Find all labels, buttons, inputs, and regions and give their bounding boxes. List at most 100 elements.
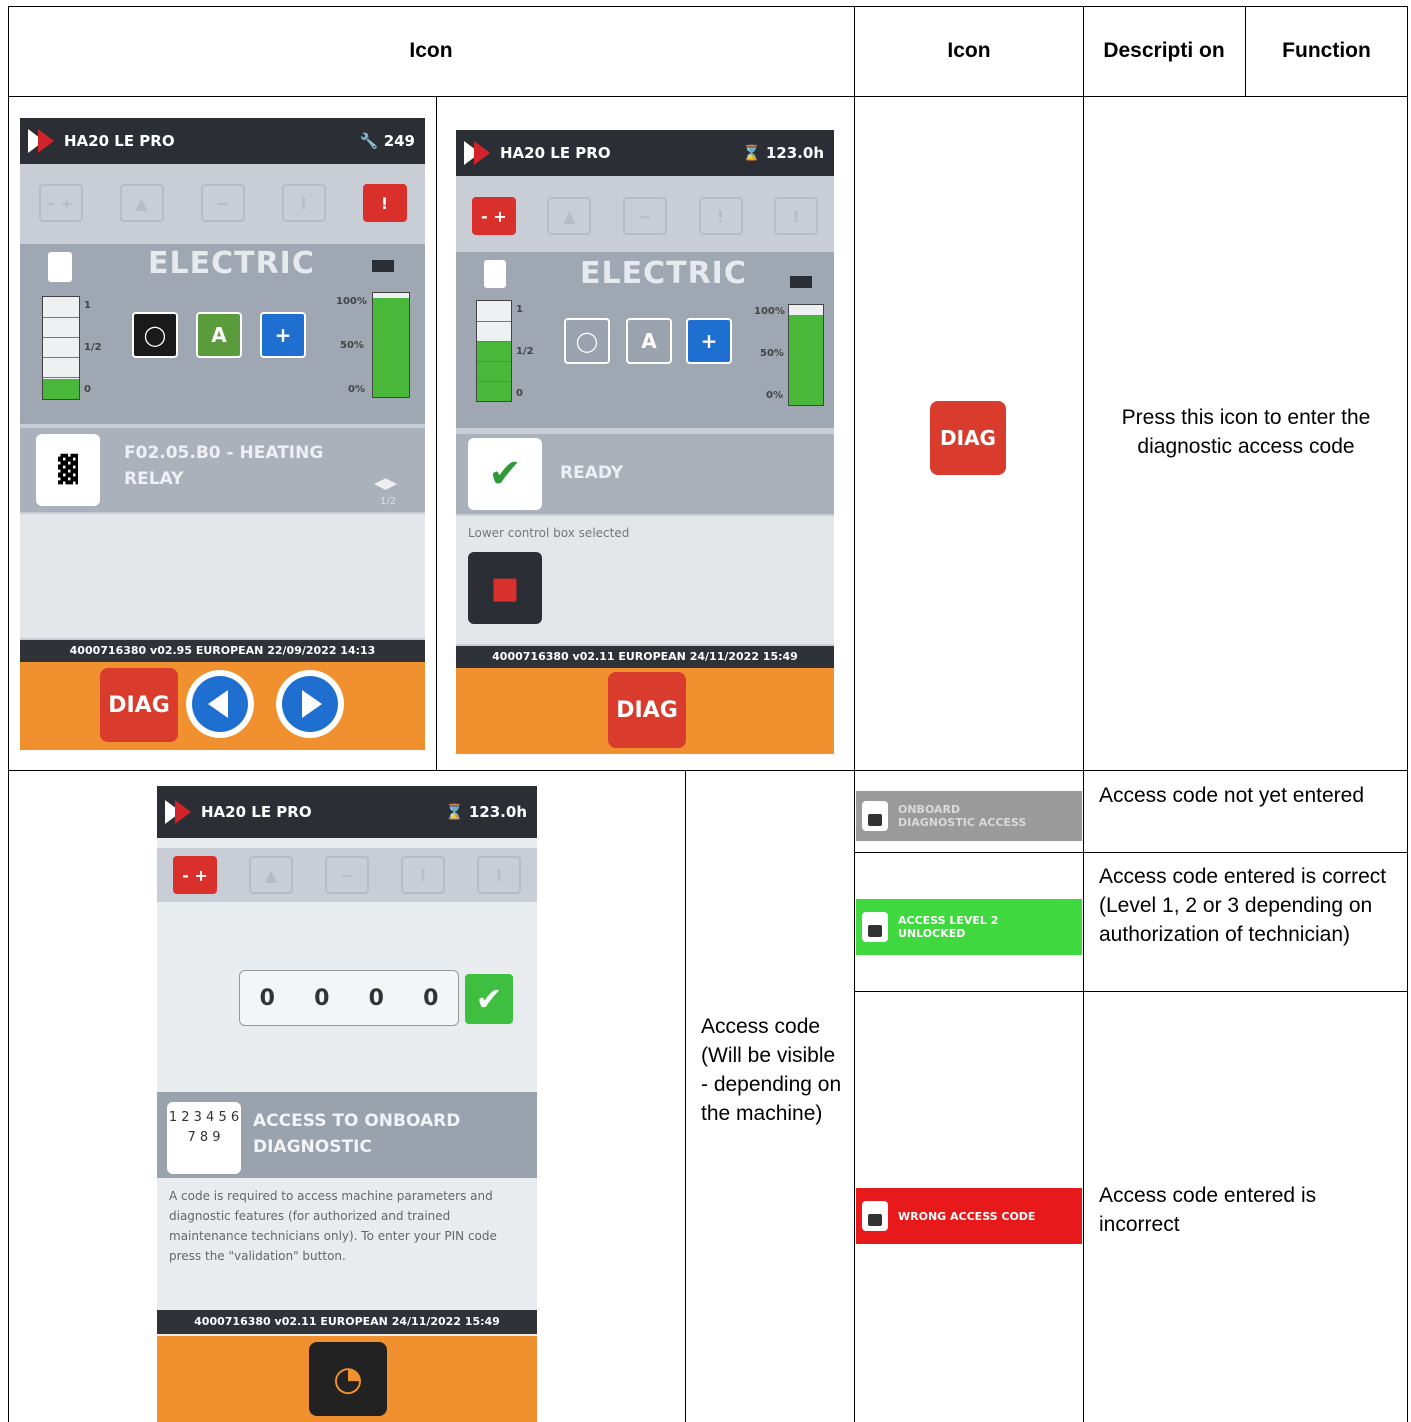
engine-icon: ◯ xyxy=(132,312,178,358)
hour-meter: ⌛ 123.0h xyxy=(444,803,527,821)
state-divider-2 xyxy=(855,991,1408,992)
access-title: ACCESS TO ONBOARD DIAGNOSTIC xyxy=(253,1111,461,1157)
battery-label-0: 0% xyxy=(766,390,783,401)
fuel-label-empty: 0 xyxy=(516,388,523,399)
page-arrows-icon[interactable]: ◀▶ xyxy=(374,474,397,492)
col-divider-1 xyxy=(854,6,855,1422)
row2-inner-divider xyxy=(685,770,686,1422)
warning-icons: - + ▲ ~ ! ! xyxy=(157,848,537,902)
alert-icon: ! xyxy=(698,197,743,235)
info-area xyxy=(20,514,425,638)
model-name: HA20 LE PRO xyxy=(500,144,611,162)
state-divider-1 xyxy=(855,852,1408,853)
code-digit-2[interactable]: 0 xyxy=(314,986,329,1011)
oil-pressure-icon: ~ xyxy=(622,197,667,235)
state-correct-text: Access code entered is correct (Level 1,… xyxy=(1099,865,1387,946)
speedometer-icon: ◔ xyxy=(333,1359,363,1399)
screen-header: HA20 LE PRO 🔧 249 xyxy=(20,118,425,164)
warning-icons: - + ▲ ~ ! ! xyxy=(456,192,834,240)
state-not-entered-text: Access code not yet entered xyxy=(1099,784,1364,807)
lock-icon xyxy=(862,801,888,831)
header-divider xyxy=(8,96,1408,97)
auto-mode-icon: A xyxy=(196,312,242,358)
battery-label-50: 50% xyxy=(760,348,784,359)
hydraulic-temp-icon: ▲ xyxy=(249,856,293,894)
fuel-pump-icon xyxy=(484,260,506,288)
mode-label: ELECTRIC xyxy=(148,246,315,281)
status-text: READY xyxy=(560,463,624,483)
alert-icon: ! xyxy=(401,856,445,894)
next-button[interactable] xyxy=(276,670,344,738)
diag-button[interactable]: DIAG xyxy=(608,672,686,748)
battery-label-50: 50% xyxy=(340,340,364,351)
battery-icon xyxy=(372,260,394,272)
header-icon-left: Icon xyxy=(409,39,453,62)
battery-label-100: 100% xyxy=(754,306,785,317)
screen-fault: HA20 LE PRO 🔧 249 - + ▲ ~ ! ! ELECTRIC 1… xyxy=(20,118,425,750)
diag-icon: DIAG xyxy=(930,401,1006,475)
fuel-label-half: 1/2 xyxy=(516,346,534,357)
engine-icon: ◯ xyxy=(564,318,610,364)
fuel-label-full: 1 xyxy=(84,300,91,311)
lock-icon xyxy=(862,1201,888,1231)
code-digit-1[interactable]: 0 xyxy=(260,986,275,1011)
hydraulic-temp-icon: ▲ xyxy=(547,197,592,235)
row1-inner-divider xyxy=(436,96,437,770)
badge-unlocked: ACCESS LEVEL 2 UNLOCKED xyxy=(856,899,1082,955)
fuel-label-half: 1/2 xyxy=(84,342,102,353)
screen-header: HA20 LE PRO ⌛ 123.0h xyxy=(157,786,537,838)
code-digit-4[interactable]: 0 xyxy=(423,986,438,1011)
oil-pressure-icon: ~ xyxy=(200,184,245,222)
electric-mode-icon: + xyxy=(686,318,732,364)
code-input[interactable]: 0 0 0 0 xyxy=(239,970,459,1026)
header-icon: Icon xyxy=(947,39,991,62)
state-incorrect-text: Access code entered is incorrect xyxy=(1099,1184,1317,1236)
oil-pressure-icon: ~ xyxy=(325,856,369,894)
diag-button[interactable]: DIAG xyxy=(100,668,178,742)
screen-footer: 4000716380 v02.95 EUROPEAN 22/09/2022 14… xyxy=(20,640,425,662)
table-border-left xyxy=(8,6,9,1422)
col-divider-2 xyxy=(1083,6,1084,1422)
screen-footer: 4000716380 v02.11 EUROPEAN 24/11/2022 15… xyxy=(157,1310,537,1334)
header-description: Descripti on xyxy=(1103,39,1225,62)
dashboard-button[interactable]: ◔ xyxy=(309,1342,387,1416)
header-function: Function xyxy=(1282,39,1371,62)
diag-function-text: Press this icon to enter the diagnostic … xyxy=(1121,406,1371,458)
previous-button[interactable] xyxy=(186,670,254,738)
battery-gauge xyxy=(372,292,410,398)
fuel-gauge xyxy=(476,300,512,402)
relay-icon: ▓ xyxy=(36,434,100,506)
access-instructions: A code is required to access machine par… xyxy=(169,1189,497,1263)
hour-meter: ⌛ 123.0h xyxy=(741,144,824,162)
fuel-label-full: 1 xyxy=(516,304,523,315)
screen-footer: 4000716380 v02.11 EUROPEAN 24/11/2022 15… xyxy=(456,646,834,668)
validate-button[interactable]: ✔ xyxy=(465,974,513,1024)
control-box-icon: ■ xyxy=(468,552,542,624)
badge-not-entered: ONBOARD DIAGNOSTIC ACCESS xyxy=(856,791,1082,841)
battery-warning-icon: - + xyxy=(173,856,217,894)
fault-text: F02.05.B0 - HEATING RELAY xyxy=(124,443,324,489)
alert-icon: ! xyxy=(281,184,326,222)
screen-access-code: HA20 LE PRO ⌛ 123.0h - + ▲ ~ ! ! 0 0 0 0… xyxy=(157,786,537,1422)
arrow-right-icon xyxy=(302,690,322,718)
table-border-right xyxy=(1407,6,1408,1422)
row-divider xyxy=(8,770,1408,771)
code-digit-3[interactable]: 0 xyxy=(369,986,384,1011)
screen-ready: HA20 LE PRO ⌛ 123.0h - + ▲ ~ ! ! ELECTRI… xyxy=(456,130,834,754)
battery-label-0: 0% xyxy=(348,384,365,395)
screen-header: HA20 LE PRO ⌛ 123.0h xyxy=(456,130,834,176)
model-name: HA20 LE PRO xyxy=(201,803,312,821)
fault-alert-icon: ! xyxy=(362,184,407,222)
fault-alert-icon: ! xyxy=(774,197,819,235)
checkmark-icon: ✔ xyxy=(468,438,542,510)
fuel-pump-icon xyxy=(48,252,72,282)
arrow-left-icon xyxy=(208,690,228,718)
battery-icon xyxy=(790,276,812,288)
info-text: Lower control box selected xyxy=(468,526,630,540)
service-counter: 🔧 249 xyxy=(359,132,415,150)
lock-icon xyxy=(862,912,888,942)
battery-warning-icon: - + xyxy=(38,184,83,222)
fuel-gauge xyxy=(42,296,80,400)
fuel-label-empty: 0 xyxy=(84,384,91,395)
mode-label: ELECTRIC xyxy=(580,256,747,291)
